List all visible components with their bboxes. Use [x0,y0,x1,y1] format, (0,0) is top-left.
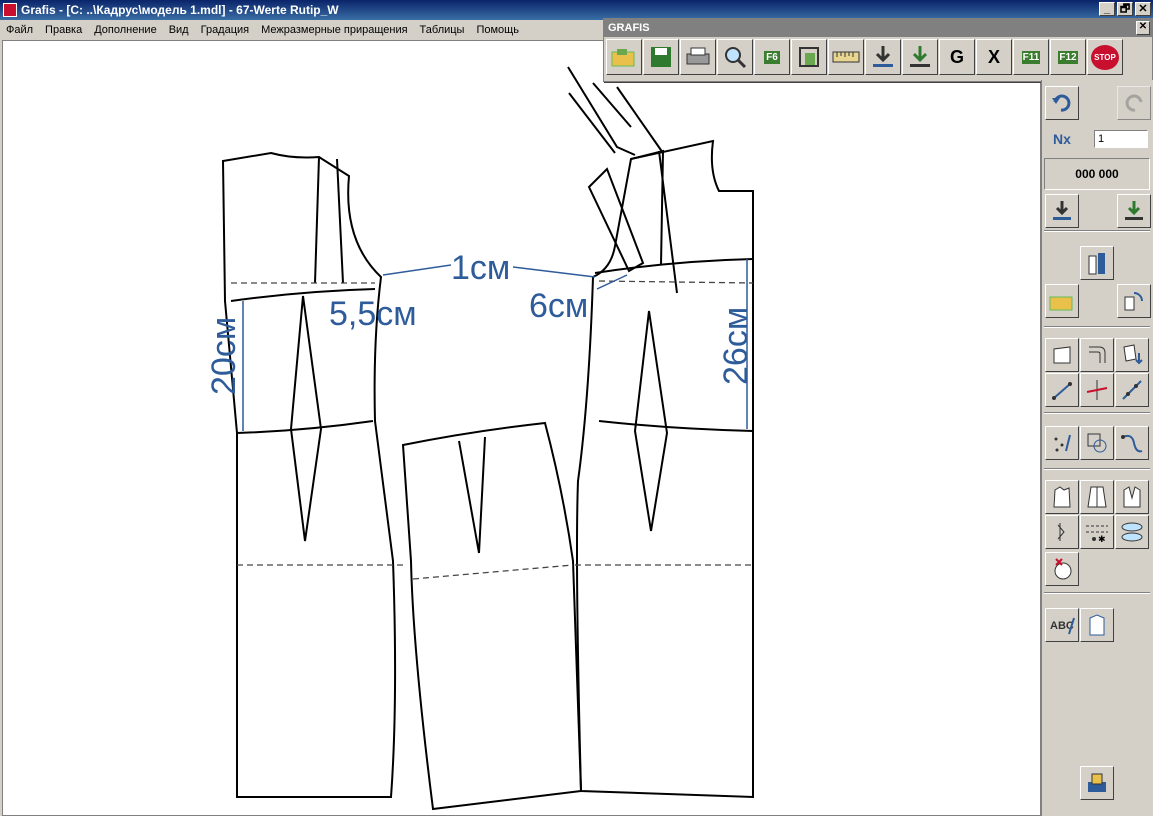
menu-size-increments[interactable]: Межразмерные приращения [255,24,413,36]
restore-button[interactable]: 🗗 [1117,2,1133,16]
x-table-icon[interactable]: X [976,39,1012,75]
menu-edit[interactable]: Правка [39,24,88,36]
import-icon[interactable] [865,39,901,75]
minimize-button[interactable]: _ [1099,2,1115,16]
import-panel-icon[interactable] [1045,194,1079,228]
svg-text:✱: ✱ [1098,534,1106,544]
redo-icon[interactable] [1117,86,1151,120]
dart-piece-icon[interactable] [1115,480,1149,514]
right-hip-line [598,420,754,432]
top-gap-label: 1см [451,249,510,287]
top-gap-measure [382,264,452,276]
f6-icon[interactable]: F6 [754,39,790,75]
panel-separator [1044,326,1150,328]
zoom-icon[interactable] [717,39,753,75]
ruler-icon[interactable] [828,39,864,75]
nx-icon[interactable]: Nx [1045,122,1079,156]
f12-icon[interactable]: F12 [1050,39,1086,75]
left-hip-line [236,420,374,434]
skirt-icon[interactable] [1080,480,1114,514]
bodice-icon[interactable] [1045,480,1079,514]
panel-separator [1044,592,1150,594]
frame-icon[interactable] [791,39,827,75]
title-bar: Grafis - [C: ..\Кадрус\модель 1.mdl] - 6… [0,0,1153,20]
tool-panel: Nx 1 000 000 ✱ ABC [1041,80,1153,816]
hip-guide-skirt [412,564,574,580]
right-collar-piece [587,167,645,273]
right-shift-measure [596,274,628,290]
grafis-app-icon[interactable] [3,3,17,17]
left-shoulder-dart [314,156,344,284]
right-waist-dart [633,310,669,532]
pattern-pieces-icon[interactable] [1080,246,1114,280]
panel-separator [1044,468,1150,470]
swap-pieces-icon[interactable] [1117,284,1151,318]
line-point-icon[interactable] [1045,373,1079,407]
size-counter: 000 000 [1044,158,1150,190]
contour-icon[interactable] [1045,338,1079,372]
line-dots-icon[interactable] [1115,373,1149,407]
menu-addon[interactable]: Дополнение [88,24,162,36]
assembly-icon[interactable] [1080,766,1114,800]
panel-separator [1044,412,1150,414]
panel-separator [1044,230,1150,232]
open-folder-icon[interactable] [1045,284,1079,318]
menu-tables[interactable]: Таблицы [414,24,471,36]
toolbar-title-text: GRAFIS [608,22,650,34]
nx-label: Nx [1053,131,1071,147]
bezier-icon[interactable] [1115,426,1149,460]
close-button[interactable]: ✕ [1135,2,1151,16]
pattern-drawing: 1см 5,5см 6см 20см 26см [205,66,755,811]
left-shift-label: 5,5см [329,295,417,333]
export-panel-icon[interactable] [1117,194,1151,228]
stop-label: STOP [1091,44,1119,70]
points-icon[interactable] [1045,426,1079,460]
undo-icon[interactable] [1045,86,1079,120]
intersect-icon[interactable] [1080,373,1114,407]
right-shoulder-dart [630,149,678,294]
g-table-icon[interactable]: G [939,39,975,75]
f11-icon[interactable]: F11 [1013,39,1049,75]
shapes-icon[interactable] [1080,426,1114,460]
export-icon[interactable] [902,39,938,75]
f11-label: F11 [1021,50,1041,64]
dashed-lines-icon[interactable]: ✱ [1080,515,1114,549]
stop-icon[interactable]: STOP [1087,39,1123,75]
toolbar-title[interactable]: GRAFIS ✕ [604,19,1152,37]
x-label: X [987,46,1000,67]
menu-help[interactable]: Помощь [470,24,525,36]
menu-view[interactable]: Вид [163,24,195,36]
piece-arrow-icon[interactable] [1115,338,1149,372]
skirt-outline [401,421,583,811]
right-height-label: 26см [717,307,755,385]
save-icon[interactable] [643,39,679,75]
drawing-canvas[interactable]: 1см 5,5см 6см 20см 26см [2,40,1041,816]
window-title: Grafis - [C: ..\Кадрус\модель 1.mdl] - 6… [21,3,339,17]
left-height-label: 20см [205,317,243,395]
left-waist-dart [289,295,323,542]
seam-allowance-icon[interactable] [1115,515,1149,549]
skirt-dart [458,436,486,554]
menu-file[interactable]: Файл [0,24,39,36]
f6-label: F6 [764,50,780,64]
text-abc-icon[interactable]: ABC [1045,608,1079,642]
right-shift-label: 6см [529,287,588,325]
label-piece-icon[interactable] [1080,608,1114,642]
offset-curve-icon[interactable] [1080,338,1114,372]
f12-label: F12 [1058,50,1078,64]
open-icon[interactable] [606,39,642,75]
dart-tool-icon[interactable] [1045,515,1079,549]
toolbar-close-button[interactable]: ✕ [1136,21,1150,35]
nx-input[interactable]: 1 [1094,130,1148,148]
g-label: G [949,46,964,67]
grafis-toolbar: GRAFIS ✕ F6 G X F11 F12 STOP [603,18,1153,82]
delete-piece-icon[interactable] [1045,552,1079,586]
left-bodice-outline [221,151,397,798]
right-bodice-outline [576,139,754,799]
print-icon[interactable] [680,39,716,75]
menu-grading[interactable]: Градация [195,24,256,36]
